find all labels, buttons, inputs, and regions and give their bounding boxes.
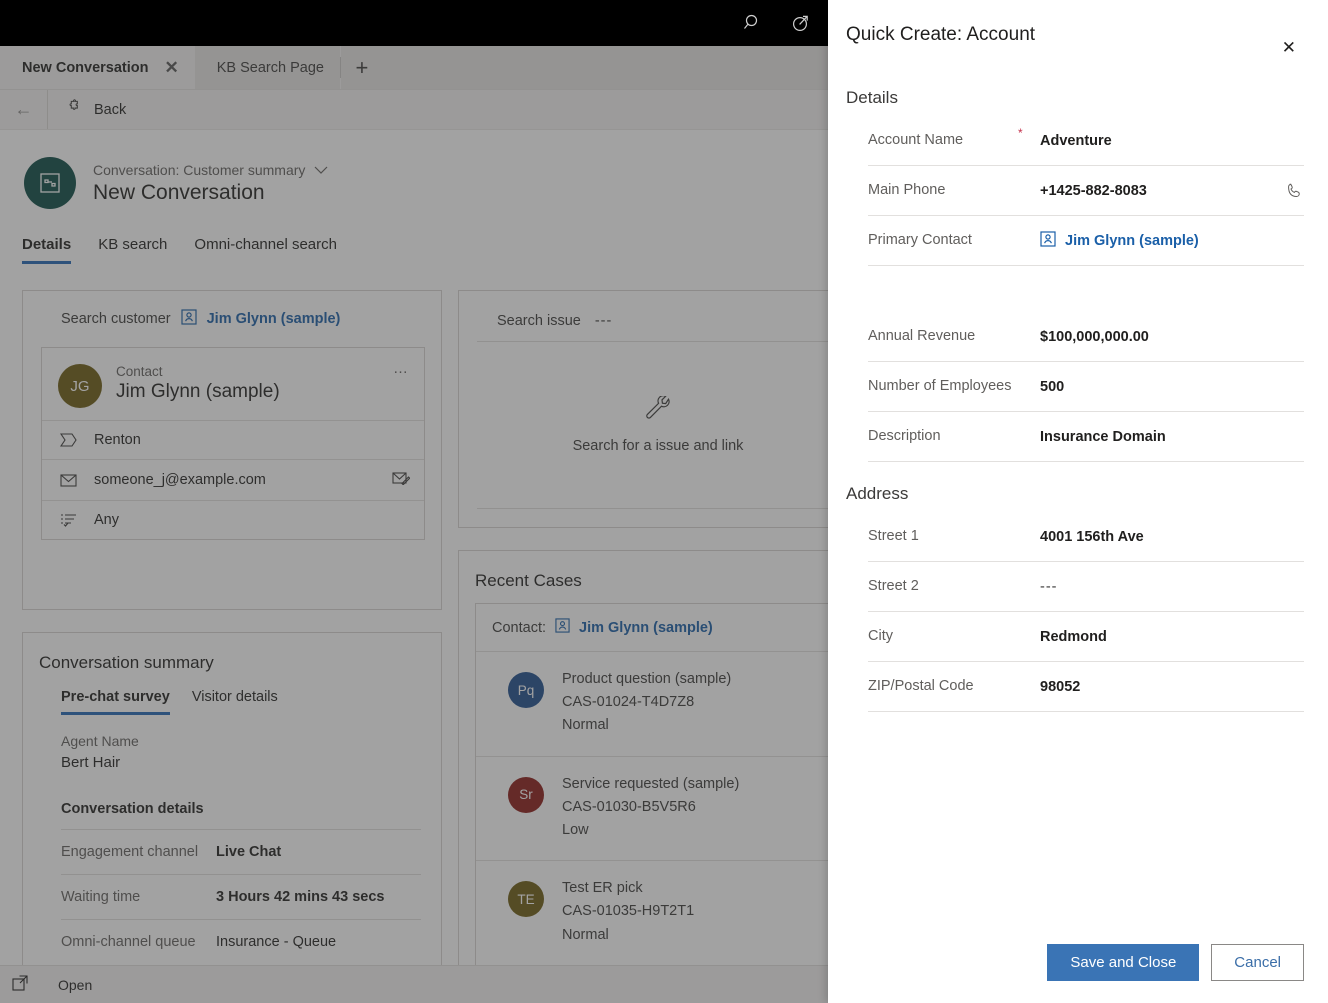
- section-heading-address: Address: [828, 462, 1328, 504]
- field-street-1[interactable]: Street 1 4001 156th Ave: [868, 512, 1304, 562]
- field-blank-spacer: [868, 266, 1304, 312]
- section-heading-details: Details: [828, 66, 1328, 108]
- field-zip-postal-code[interactable]: ZIP/Postal Code 98052: [868, 662, 1304, 712]
- required-spacer: [1018, 668, 1040, 672]
- field-value: Adventure: [1040, 133, 1304, 149]
- cancel-button[interactable]: Cancel: [1211, 944, 1304, 981]
- field-label: Street 1: [868, 527, 1018, 547]
- field-label: Main Phone: [868, 181, 1018, 201]
- quick-create-title: Quick Create: Account: [846, 24, 1272, 46]
- field-label: Account Name: [868, 131, 1018, 151]
- quick-create-actions: Save and Close Cancel: [1047, 944, 1304, 981]
- field-label: Number of Employees: [868, 377, 1018, 397]
- field-street-2[interactable]: Street 2 ---: [868, 562, 1304, 612]
- required-spacer: [1018, 568, 1040, 572]
- contact-lookup-icon: [1040, 231, 1056, 251]
- field-value: 98052: [1040, 679, 1304, 695]
- field-main-phone[interactable]: Main Phone +1425-882-8083: [868, 166, 1304, 216]
- field-account-name[interactable]: Account Name * Adventure: [868, 116, 1304, 166]
- field-label: City: [868, 627, 1018, 647]
- field-annual-revenue[interactable]: Annual Revenue $100,000,000.00: [868, 312, 1304, 362]
- field-label: ZIP/Postal Code: [868, 677, 1018, 697]
- field-value-lookup[interactable]: Jim Glynn (sample): [1040, 231, 1304, 251]
- quick-create-panel: Quick Create: Account ✕ Details Account …: [828, 0, 1328, 1003]
- field-label: Description: [868, 427, 1018, 447]
- search-icon[interactable]: [736, 6, 770, 40]
- field-value: 4001 156th Ave: [1040, 529, 1304, 545]
- required-spacer: [1018, 172, 1040, 176]
- field-value: +1425-882-8083: [1040, 183, 1278, 199]
- field-primary-contact[interactable]: Primary Contact Jim Glynn (sample): [868, 216, 1304, 266]
- field-label: Street 2: [868, 577, 1018, 597]
- field-label: Annual Revenue: [868, 327, 1018, 347]
- required-spacer: [1018, 618, 1040, 622]
- app-root: New Conversation ✕ KB Search Page + ← Ba…: [0, 0, 1328, 1003]
- required-marker: *: [1018, 122, 1040, 140]
- close-icon[interactable]: ✕: [1272, 30, 1306, 66]
- field-value: ---: [1040, 579, 1304, 595]
- diagnostics-circle-arrow-icon[interactable]: [784, 6, 818, 40]
- quick-create-header: Quick Create: Account ✕: [828, 0, 1328, 66]
- required-spacer: [1018, 368, 1040, 372]
- field-city[interactable]: City Redmond: [868, 612, 1304, 662]
- field-value: $100,000,000.00: [1040, 329, 1304, 345]
- field-value: Insurance Domain: [1040, 429, 1304, 445]
- field-number-of-employees[interactable]: Number of Employees 500: [868, 362, 1304, 412]
- modal-dim-overlay[interactable]: [0, 46, 828, 1003]
- required-spacer: [1018, 418, 1040, 422]
- field-description[interactable]: Description Insurance Domain: [868, 412, 1304, 462]
- required-spacer: [1018, 518, 1040, 522]
- required-spacer: [1018, 318, 1040, 322]
- field-value: Jim Glynn (sample): [1065, 233, 1199, 249]
- save-and-close-button[interactable]: Save and Close: [1047, 944, 1199, 981]
- field-value: Redmond: [1040, 629, 1304, 645]
- field-value: 500: [1040, 379, 1304, 395]
- phone-icon[interactable]: [1278, 181, 1304, 200]
- field-label: Primary Contact: [868, 231, 1018, 251]
- required-spacer: [1018, 222, 1040, 226]
